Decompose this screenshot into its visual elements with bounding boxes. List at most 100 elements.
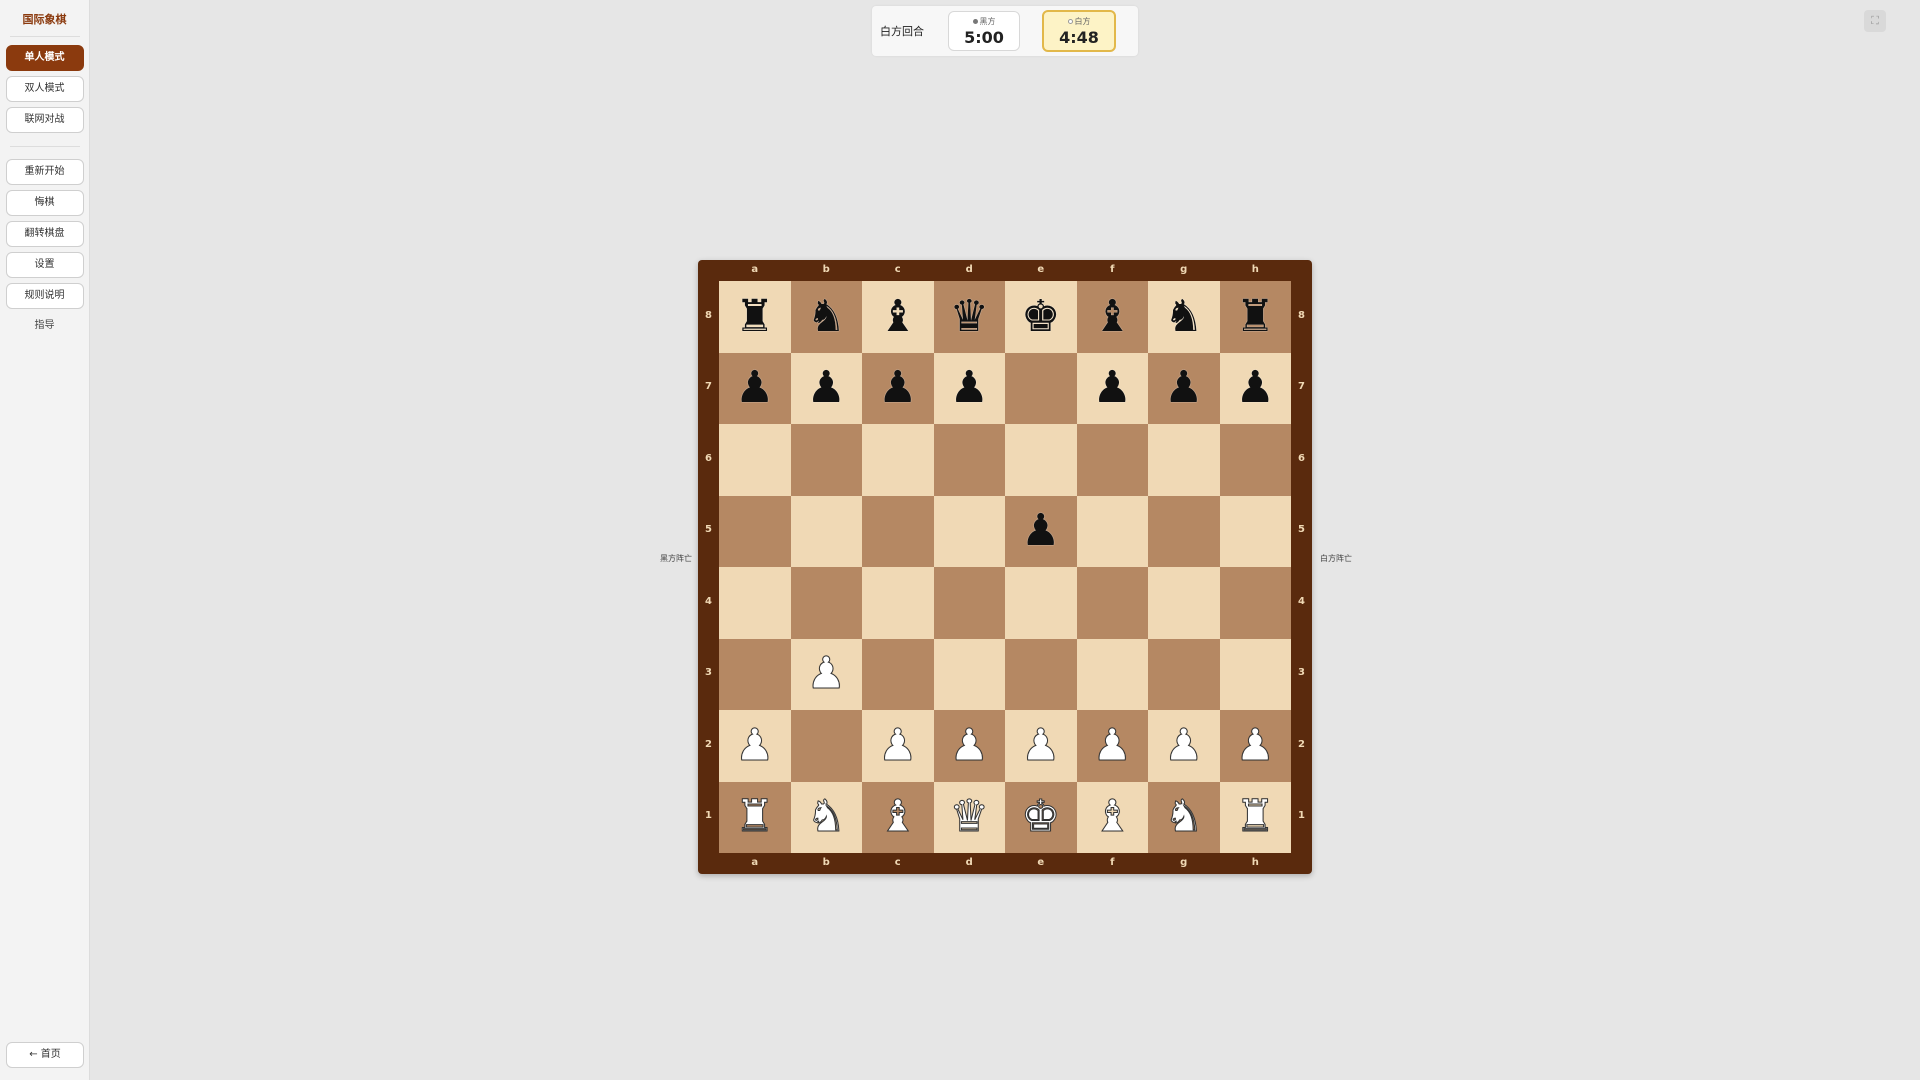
square-a5[interactable] [719, 495, 791, 567]
square-f4[interactable] [1076, 567, 1148, 639]
white-pawn-icon[interactable]: ♟ [1235, 723, 1275, 768]
square-c4[interactable] [862, 567, 934, 639]
square-e3[interactable] [1005, 638, 1077, 710]
square-h2[interactable]: ♟ [1219, 710, 1291, 782]
white-queen-icon[interactable]: ♛ [949, 794, 989, 839]
black-king-icon[interactable]: ♚ [1021, 294, 1060, 339]
square-g6[interactable] [1148, 424, 1220, 496]
white-knight-icon[interactable]: ♞ [1164, 794, 1204, 839]
white-knight-icon[interactable]: ♞ [806, 794, 846, 839]
black-pawn-icon[interactable]: ♟ [1093, 366, 1132, 410]
square-h3[interactable] [1219, 638, 1291, 710]
square-a8[interactable]: ♜ [719, 281, 791, 353]
square-a1[interactable]: ♜ [719, 781, 791, 853]
square-a6[interactable] [719, 424, 791, 496]
black-pawn-icon[interactable]: ♟ [807, 366, 846, 410]
square-b8[interactable]: ♞ [790, 281, 862, 353]
home-button[interactable]: ← 首页 [6, 1042, 84, 1068]
square-c7[interactable]: ♟ [862, 352, 934, 424]
square-b7[interactable]: ♟ [790, 352, 862, 424]
square-b4[interactable] [790, 567, 862, 639]
square-e6[interactable] [1005, 424, 1077, 496]
square-a4[interactable] [719, 567, 791, 639]
square-g3[interactable] [1148, 638, 1220, 710]
white-pawn-icon[interactable]: ♟ [1021, 723, 1061, 768]
square-e4[interactable] [1005, 567, 1077, 639]
square-b1[interactable]: ♞ [790, 781, 862, 853]
white-pawn-icon[interactable]: ♟ [949, 723, 989, 768]
square-f8[interactable]: ♝ [1076, 281, 1148, 353]
white-pawn-icon[interactable]: ♟ [878, 723, 918, 768]
square-e2[interactable]: ♟ [1005, 710, 1077, 782]
black-pawn-icon[interactable]: ♟ [735, 366, 774, 410]
square-g7[interactable]: ♟ [1148, 352, 1220, 424]
square-e7[interactable] [1005, 352, 1077, 424]
square-g4[interactable] [1148, 567, 1220, 639]
chess-board[interactable]: ♜ ♞ ♝ ♛ ♚ ♝ ♞ ♜ ♟ ♟ ♟ ♟ ♟ ♟ ♟ ♟ ♟ ♟ ♟ ♟ ♟ ♟ ♟ ♟ ♜ ♞ ♝ ♛ ♚ ♝ ♞ ♜ [719, 281, 1291, 853]
square-h8[interactable]: ♜ [1219, 281, 1291, 353]
square-b2[interactable] [790, 710, 862, 782]
white-pawn-icon[interactable]: ♟ [806, 651, 846, 696]
square-f5[interactable] [1076, 495, 1148, 567]
square-d4[interactable] [933, 567, 1005, 639]
square-c2[interactable]: ♟ [862, 710, 934, 782]
square-f1[interactable]: ♝ [1076, 781, 1148, 853]
white-rook-icon[interactable]: ♜ [1235, 794, 1275, 839]
square-d3[interactable] [933, 638, 1005, 710]
square-f2[interactable]: ♟ [1076, 710, 1148, 782]
square-h5[interactable] [1219, 495, 1291, 567]
square-d8[interactable]: ♛ [933, 281, 1005, 353]
square-c8[interactable]: ♝ [862, 281, 934, 353]
black-pawn-icon[interactable]: ♟ [1164, 366, 1203, 410]
square-e1[interactable]: ♚ [1005, 781, 1077, 853]
white-pawn-icon[interactable]: ♟ [1092, 723, 1132, 768]
white-king-icon[interactable]: ♚ [1021, 794, 1061, 839]
square-b5[interactable] [790, 495, 862, 567]
black-pawn-icon[interactable]: ♟ [878, 366, 917, 410]
rules-button[interactable]: 规则说明 [5, 283, 84, 309]
square-g8[interactable]: ♞ [1148, 281, 1220, 353]
square-h4[interactable] [1219, 567, 1291, 639]
square-g2[interactable]: ♟ [1148, 710, 1220, 782]
square-c5[interactable] [862, 495, 934, 567]
black-pawn-icon[interactable]: ♟ [950, 366, 989, 410]
white-pawn-icon[interactable]: ♟ [735, 723, 775, 768]
white-pawn-icon[interactable]: ♟ [1164, 723, 1204, 768]
square-e5[interactable]: ♟ [1005, 495, 1077, 567]
square-d6[interactable] [933, 424, 1005, 496]
fullscreen-button[interactable]: ⛶ [1864, 10, 1886, 32]
black-queen-icon[interactable]: ♛ [950, 294, 989, 339]
square-g5[interactable] [1148, 495, 1220, 567]
square-b3[interactable]: ♟ [790, 638, 862, 710]
square-c6[interactable] [862, 424, 934, 496]
black-bishop-icon[interactable]: ♝ [1093, 294, 1132, 339]
black-pawn-icon[interactable]: ♟ [1236, 366, 1275, 410]
square-d7[interactable]: ♟ [933, 352, 1005, 424]
undo-button[interactable]: 悔棋 [5, 190, 84, 216]
square-b6[interactable] [790, 424, 862, 496]
black-pawn-icon[interactable]: ♟ [1021, 509, 1060, 553]
flip-board-button[interactable]: 翻转棋盘 [5, 221, 84, 247]
mode-single-button[interactable]: 单人模式 [5, 45, 84, 71]
white-bishop-icon[interactable]: ♝ [1092, 794, 1132, 839]
guide-link[interactable]: 指导 [35, 316, 55, 331]
restart-button[interactable]: 重新开始 [5, 159, 84, 185]
black-knight-icon[interactable]: ♞ [1164, 294, 1203, 339]
square-h6[interactable] [1219, 424, 1291, 496]
square-e8[interactable]: ♚ [1005, 281, 1077, 353]
square-h1[interactable]: ♜ [1219, 781, 1291, 853]
square-d2[interactable]: ♟ [933, 710, 1005, 782]
white-rook-icon[interactable]: ♜ [735, 794, 775, 839]
square-f6[interactable] [1076, 424, 1148, 496]
square-a7[interactable]: ♟ [719, 352, 791, 424]
square-a3[interactable] [719, 638, 791, 710]
square-h7[interactable]: ♟ [1219, 352, 1291, 424]
square-d1[interactable]: ♛ [933, 781, 1005, 853]
black-knight-icon[interactable]: ♞ [807, 294, 846, 339]
square-d5[interactable] [933, 495, 1005, 567]
square-f3[interactable] [1076, 638, 1148, 710]
white-bishop-icon[interactable]: ♝ [878, 794, 918, 839]
square-f7[interactable]: ♟ [1076, 352, 1148, 424]
mode-two-player-button[interactable]: 双人模式 [5, 76, 84, 102]
mode-online-button[interactable]: 联网对战 [5, 107, 84, 133]
